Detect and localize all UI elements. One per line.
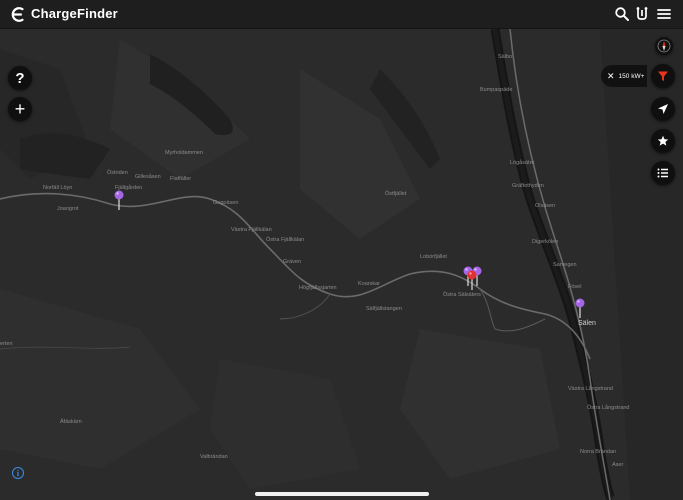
list-button[interactable] [651,161,675,185]
chargefinder-logo-icon [11,7,24,22]
active-filter-chip[interactable]: ✕ 150 kW+ [601,65,647,87]
help-button[interactable]: ? [8,66,32,90]
place-label: Gillesåsen [135,174,161,180]
place-label: Digerkölen [532,239,559,245]
place-label: Gräftothyden [512,183,544,189]
place-label: Östra Fjällkälan [266,237,305,243]
place-label: Gugoäsen [213,200,239,206]
place-label: Myrholdammen [165,150,203,156]
place-label: Gräven [283,259,302,265]
favorites-button[interactable] [651,129,675,153]
place-label: Joangrot [57,206,79,212]
menu-icon[interactable] [656,6,672,22]
place-label: Olsäsen [535,203,556,209]
compass-button[interactable] [655,37,673,55]
place-label: Östra Långstrand [587,405,630,411]
compass-icon [657,39,671,53]
place-label: erten [0,341,13,347]
top-bar: ChargeFinder [0,0,683,29]
home-indicator[interactable] [255,492,429,496]
search-icon[interactable] [614,6,630,22]
place-label: Västra Långstrand [568,386,613,392]
favorites-icon [657,135,669,146]
place-label: Högfjällssjarten [299,285,337,291]
add-label: + [14,99,26,119]
place-label: Fösel [568,284,582,290]
list-icon [657,168,668,178]
place-label: Äfäskärn [60,419,82,425]
add-button[interactable]: + [8,97,32,121]
place-label: Norra Brändan [580,449,617,455]
app-title: ChargeFinder [31,6,118,21]
place-label: Koarskar [358,281,381,287]
place-label: Norfäll Löyn [43,185,73,191]
filter-button[interactable] [651,64,675,88]
map-info-icon[interactable]: i [12,467,24,479]
charger-pin[interactable] [467,270,477,290]
place-label: Sarvegen [553,262,577,268]
place-label: Sälfjällstangen [366,306,402,312]
route-icon[interactable] [634,6,650,22]
map-canvas[interactable] [0,29,683,500]
place-label: Lögåsätre [510,160,535,166]
locate-icon [658,104,668,114]
place-label: Bumpaspäde [480,87,513,93]
place-label: Sälbo [498,54,513,60]
help-label: ? [15,69,25,87]
charger-pin[interactable] [114,190,124,210]
place-label: Östfjället [385,191,407,197]
place-label: Lobörfjället [420,254,447,260]
place-label: Östra Sälsäters [443,292,481,298]
remove-filter-button[interactable]: ✕ [607,71,615,82]
locate-button[interactable] [651,97,675,121]
filter-chip-label: 150 kW+ [618,72,645,80]
charger-pin[interactable] [575,298,585,318]
place-label-salen: Sälen [578,320,596,327]
place-label: Östriden [107,170,128,176]
filter-icon [658,71,668,81]
map-view[interactable]: Sälbo Bumpaspäde Myrholdammen Östriden G… [0,29,683,500]
place-label: Flatfäller [170,176,192,182]
place-label: Valbrändan [200,454,228,460]
place-label: Aser [612,462,624,468]
place-label: Västra Fjällkälan [231,227,272,233]
